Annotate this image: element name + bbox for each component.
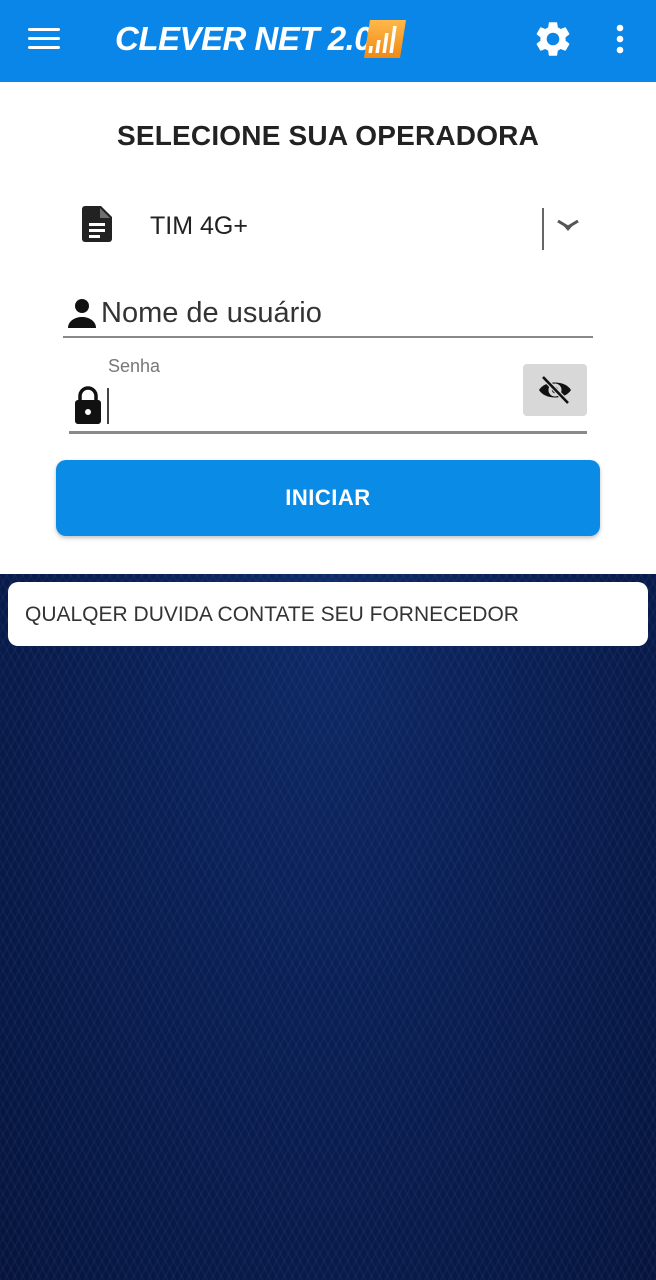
toggle-password-visibility-button[interactable] — [523, 364, 587, 416]
card-separator — [0, 558, 656, 574]
password-field[interactable] — [69, 382, 587, 434]
app-bar: CLEVER NET 2.0 — [0, 0, 656, 82]
info-text: QUALQER DUVIDA CONTATE SEU FORNECEDOR — [25, 603, 519, 626]
start-button[interactable]: INICIAR — [56, 460, 600, 536]
chevron-down-icon — [557, 219, 579, 231]
menu-button[interactable] — [24, 22, 64, 56]
app-title: CLEVER NET 2.0 — [115, 20, 373, 57]
lock-icon — [75, 386, 101, 424]
person-icon — [68, 299, 96, 328]
card-title: SELECIONE SUA OPERADORA — [116, 120, 540, 151]
select-divider — [542, 208, 544, 250]
settings-button[interactable] — [532, 18, 574, 60]
signal-bars-icon — [364, 20, 406, 58]
document-icon — [82, 206, 112, 242]
more-vert-icon — [616, 24, 624, 54]
username-field[interactable]: Nome de usuário — [63, 290, 593, 338]
info-card: QUALQER DUVIDA CONTATE SEU FORNECEDOR — [8, 582, 648, 646]
username-placeholder: Nome de usuário — [101, 297, 322, 329]
login-card: SELECIONE SUA OPERADORA TIM 4G+ Nome de … — [8, 84, 648, 552]
text-cursor — [107, 388, 109, 424]
eye-off-icon — [539, 375, 571, 405]
password-underline — [69, 431, 587, 434]
more-options-button[interactable] — [604, 18, 636, 60]
operator-value: TIM 4G+ — [150, 212, 248, 240]
gear-icon — [536, 22, 570, 56]
password-label: Senha — [108, 356, 161, 376]
username-underline — [63, 336, 593, 338]
operator-select[interactable]: TIM 4G+ — [78, 202, 588, 254]
